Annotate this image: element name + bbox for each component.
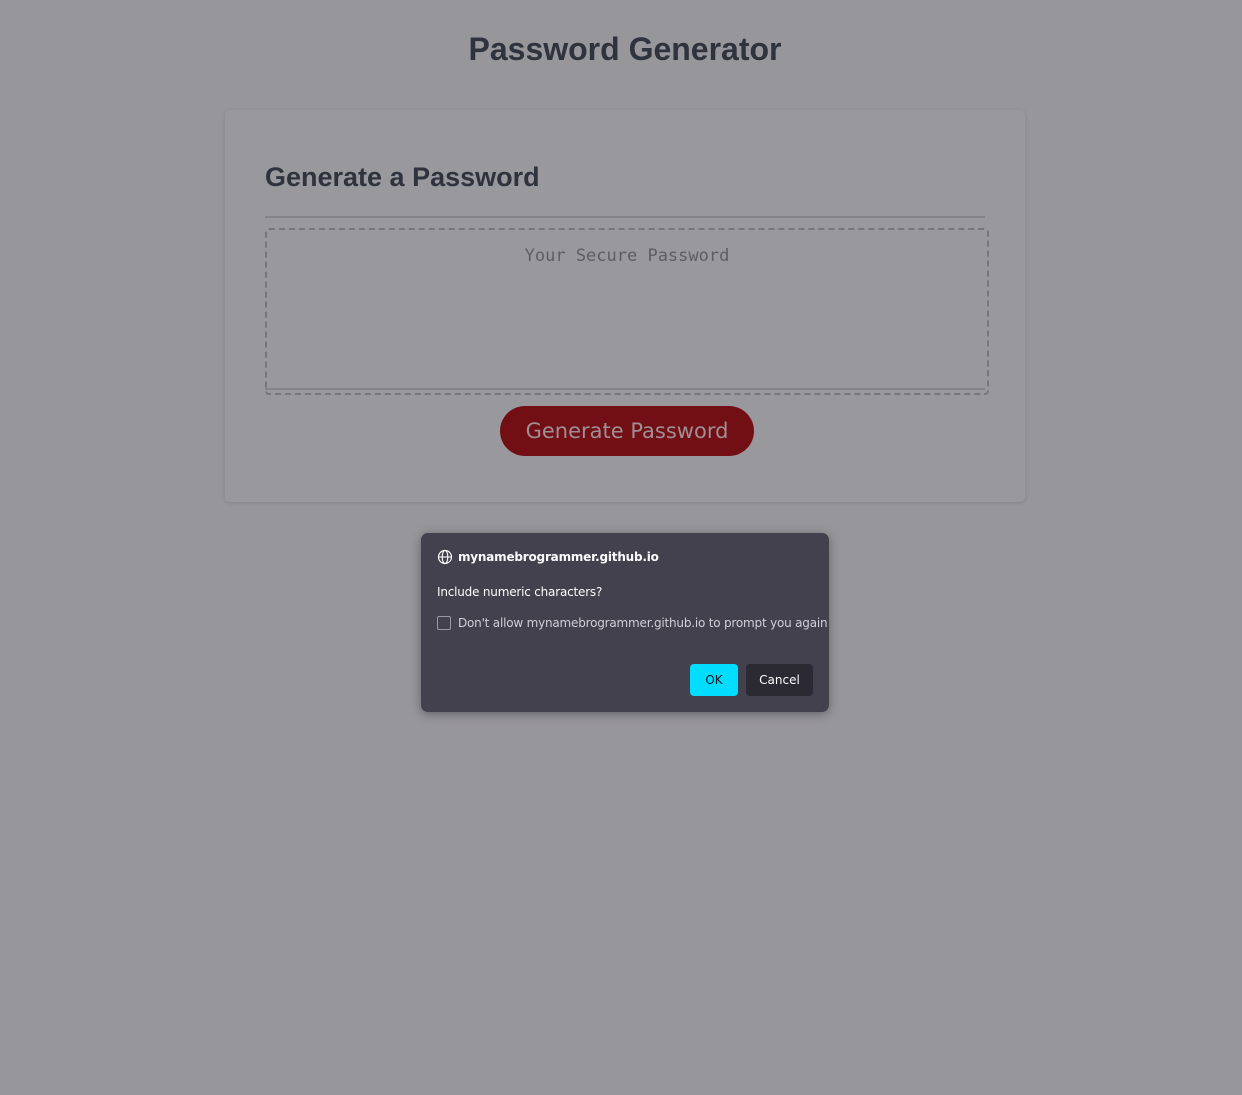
password-card: Generate a Password Generate Password: [225, 110, 1025, 502]
password-output[interactable]: [265, 228, 989, 395]
globe-icon: [437, 549, 453, 565]
dont-allow-prompt-row[interactable]: Don't allow mynamebrogrammer.github.io t…: [437, 616, 828, 630]
cancel-button[interactable]: Cancel: [746, 664, 813, 696]
dont-allow-label[interactable]: Don't allow mynamebrogrammer.github.io t…: [458, 616, 828, 630]
dialog-message: Include numeric characters?: [437, 585, 603, 599]
card-divider-bottom: [265, 388, 985, 390]
dialog-origin-label: mynamebrogrammer.github.io: [458, 550, 659, 564]
ok-button[interactable]: OK: [690, 664, 738, 696]
generate-password-button[interactable]: Generate Password: [500, 406, 754, 456]
card-divider-top: [265, 216, 985, 218]
dont-allow-checkbox[interactable]: [437, 616, 451, 630]
dialog-origin: mynamebrogrammer.github.io: [437, 549, 659, 565]
prompt-dialog: mynamebrogrammer.github.io Include numer…: [421, 533, 829, 712]
card-header: Generate a Password: [265, 162, 540, 192]
page-title: Password Generator: [468, 31, 782, 67]
